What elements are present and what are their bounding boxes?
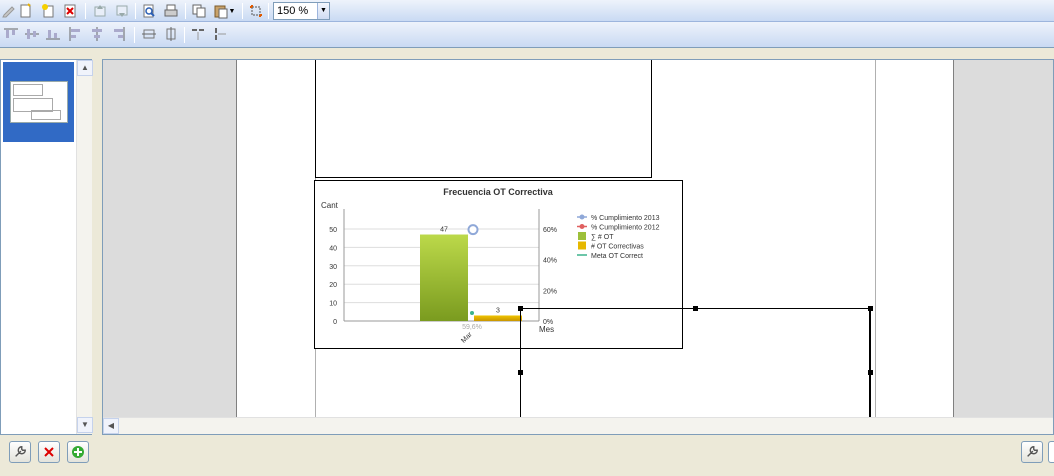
- y-tick-label: 10: [329, 301, 337, 308]
- page-thumbnail-panel: ▲ ▼: [0, 59, 93, 435]
- delete-icon[interactable]: [61, 2, 79, 20]
- legend-label: % Cumplimiento 2012: [591, 225, 660, 232]
- y-tick-label: 50: [329, 227, 337, 234]
- scroll-left-icon[interactable]: ◀: [103, 418, 119, 434]
- bottom-bar: [0, 436, 1054, 476]
- zoom-value: 150 %: [277, 5, 309, 17]
- align-right-icon[interactable]: [110, 25, 128, 43]
- legend-marker: [578, 232, 586, 240]
- bar-value-label: 47: [440, 227, 448, 234]
- alignment-toolbar: [0, 22, 1054, 48]
- delete-icon[interactable]: [38, 441, 60, 463]
- panel-edge[interactable]: [1048, 441, 1054, 463]
- same-height-icon[interactable]: [162, 25, 180, 43]
- y-tick-label: 30: [329, 264, 337, 271]
- y-tick-label: 40: [329, 245, 337, 252]
- resize-handle[interactable]: [693, 306, 698, 311]
- wrench-icon[interactable]: [9, 441, 31, 463]
- align-middle-icon[interactable]: [23, 25, 41, 43]
- legend-marker: [579, 224, 585, 229]
- legend-label: ∑ # OT: [591, 234, 614, 241]
- print-preview-icon[interactable]: [140, 2, 158, 20]
- y2-tick-label: 40%: [543, 258, 557, 265]
- legend-marker: [578, 241, 586, 250]
- resize-handle[interactable]: [868, 370, 873, 375]
- legend-label: # OT Correctivas: [591, 244, 644, 251]
- resize-handle[interactable]: [518, 306, 523, 311]
- y-tick-label: 20: [329, 282, 337, 289]
- resize-handle[interactable]: [518, 370, 523, 375]
- scroll-up-icon[interactable]: ▲: [77, 60, 93, 76]
- space-vertical-icon[interactable]: [211, 25, 229, 43]
- space-horizontal-icon[interactable]: [189, 25, 207, 43]
- data-point-2013: [467, 224, 479, 236]
- canvas-horizontal-scrollbar[interactable]: ◀: [103, 417, 1053, 434]
- selection-outline[interactable]: [520, 308, 871, 434]
- point-label: 59,6%: [462, 324, 482, 331]
- legend-marker: [579, 214, 585, 220]
- new-document-icon[interactable]: [17, 2, 35, 20]
- guide-line: [875, 60, 876, 418]
- align-top-icon[interactable]: [2, 25, 20, 43]
- y-axis-title: Cant: [321, 201, 339, 210]
- scroll-down-icon[interactable]: ▼: [77, 417, 93, 433]
- thumbnail-scrollbar[interactable]: ▲ ▼: [76, 60, 93, 434]
- y2-tick-label: 60%: [543, 227, 557, 234]
- y2-tick-label: 20%: [543, 288, 557, 295]
- chart-title: Frecuencia OT Correctiva: [443, 187, 554, 197]
- chevron-down-icon[interactable]: ▼: [317, 3, 329, 19]
- align-left-icon[interactable]: [66, 25, 84, 43]
- paste-icon[interactable]: ▼: [211, 2, 237, 20]
- x-tick-label: Mar: [460, 331, 474, 345]
- bar-value-label: 3: [496, 307, 500, 314]
- resize-handle[interactable]: [868, 306, 873, 311]
- page-thumbnail-selected[interactable]: [3, 62, 74, 142]
- legend-label: Meta OT Correct: [591, 253, 643, 260]
- zoom-select[interactable]: 150 % ▼: [273, 2, 330, 20]
- same-width-icon[interactable]: [140, 25, 158, 43]
- legend-label: % Cumplimiento 2013: [591, 215, 660, 222]
- wrench-icon[interactable]: [1021, 441, 1043, 463]
- print-icon[interactable]: [162, 2, 180, 20]
- align-center-icon[interactable]: [88, 25, 106, 43]
- crop-icon[interactable]: [247, 2, 265, 20]
- y-tick-label: 0: [333, 319, 337, 326]
- align-bottom-icon[interactable]: [44, 25, 62, 43]
- pencil-icon[interactable]: [0, 2, 18, 20]
- design-canvas[interactable]: Frecuencia OT Correctiva Cant Mes 0 10 20 3…: [102, 59, 1054, 435]
- send-back-icon[interactable]: [113, 2, 131, 20]
- bar: [474, 315, 522, 321]
- main-toolbar: ▼ 150 % ▼: [0, 0, 1054, 22]
- report-object-box[interactable]: [315, 60, 652, 178]
- copy-icon[interactable]: [190, 2, 208, 20]
- new-item-icon[interactable]: [39, 2, 57, 20]
- bar: [420, 234, 468, 321]
- bring-front-icon[interactable]: [91, 2, 109, 20]
- add-icon[interactable]: [67, 441, 89, 463]
- meta-point: [470, 311, 474, 315]
- page-thumbnail[interactable]: [10, 81, 68, 123]
